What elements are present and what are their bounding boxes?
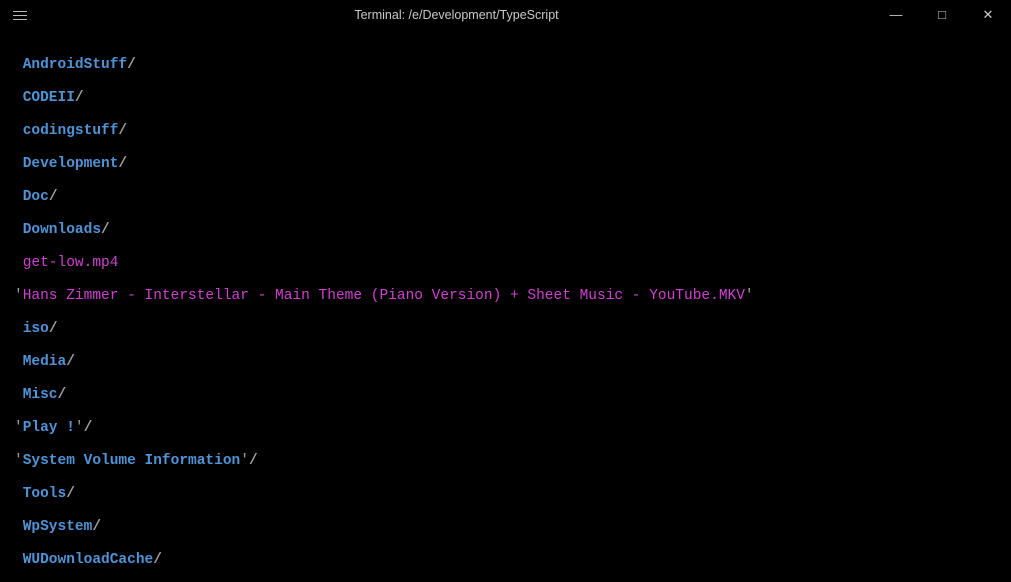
hamburger-icon: [13, 11, 27, 20]
terminal-output[interactable]: AndroidStuff/ CODEII/ codingstuff/ Devel…: [0, 30, 1011, 582]
list-item: Downloads/: [14, 222, 997, 239]
list-item: WpSystem/: [14, 519, 997, 536]
list-item: Misc/: [14, 387, 997, 404]
window-title: Terminal: /e/Development/TypeScript: [40, 7, 873, 24]
list-item: iso/: [14, 321, 997, 338]
list-item: get-low.mp4: [14, 255, 997, 272]
list-item: AndroidStuff/: [14, 57, 997, 74]
hamburger-menu[interactable]: [0, 11, 40, 20]
minimize-button[interactable]: —: [873, 0, 919, 30]
minimize-icon: —: [890, 7, 903, 24]
list-item: codingstuff/: [14, 123, 997, 140]
list-item: 'System Volume Information'/: [14, 453, 997, 470]
maximize-button[interactable]: □: [919, 0, 965, 30]
maximize-icon: □: [938, 7, 946, 24]
list-item: Development/: [14, 156, 997, 173]
close-button[interactable]: ✕: [965, 0, 1011, 30]
list-item: Media/: [14, 354, 997, 371]
list-item: Doc/: [14, 189, 997, 206]
list-item: WUDownloadCache/: [14, 552, 997, 569]
close-icon: ✕: [983, 7, 994, 24]
list-item: 'Play !'/: [14, 420, 997, 437]
list-item: 'Hans Zimmer - Interstellar - Main Theme…: [14, 288, 997, 305]
list-item: CODEII/: [14, 90, 997, 107]
list-item: Tools/: [14, 486, 997, 503]
window-controls: — □ ✕: [873, 0, 1011, 30]
titlebar: Terminal: /e/Development/TypeScript — □ …: [0, 0, 1011, 30]
